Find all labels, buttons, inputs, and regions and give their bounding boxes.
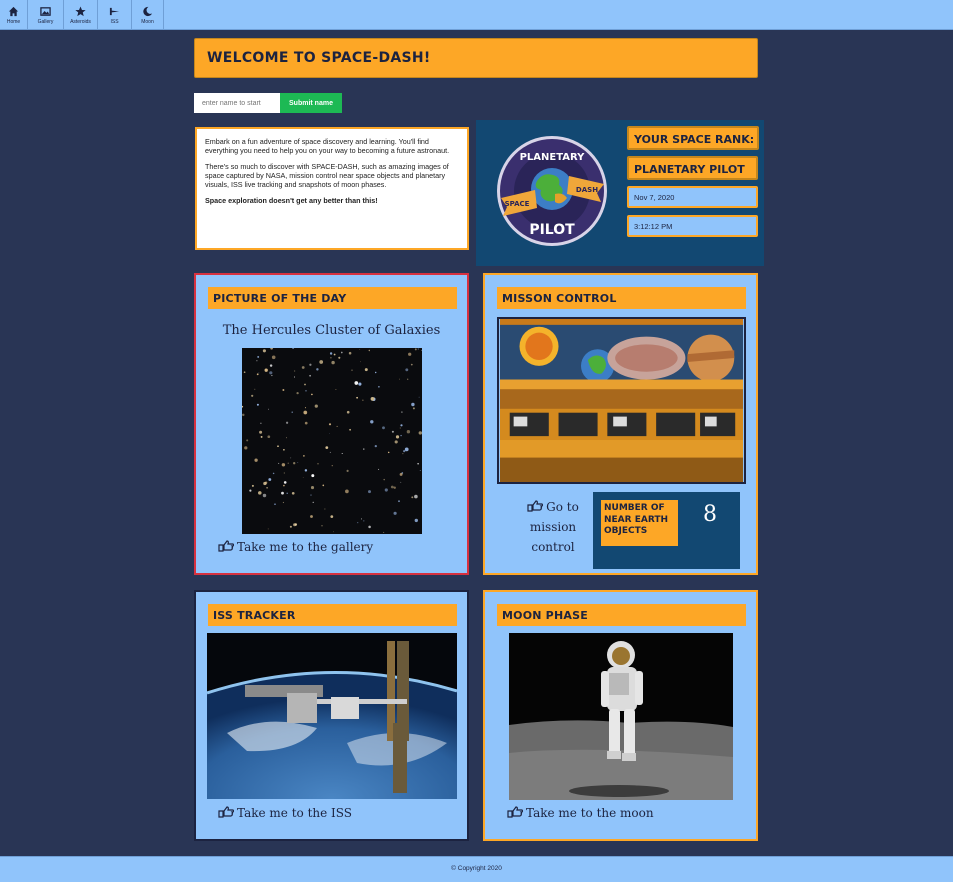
card-title: MISSON CONTROL: [502, 292, 617, 305]
neo-label-box: NUMBER OF NEAR EARTH OBJECTS: [601, 500, 678, 546]
nav-label: ISS: [110, 19, 119, 25]
nav-label: Gallery: [37, 19, 54, 25]
mission-control-image[interactable]: [497, 317, 746, 484]
name-input[interactable]: [194, 93, 280, 113]
date-box: Nov 7, 2020: [627, 186, 758, 208]
pointing-hand-icon: [527, 500, 544, 512]
pointing-hand-icon: [218, 806, 235, 818]
potd-image[interactable]: [242, 348, 422, 534]
badge-right-text: DASH: [576, 186, 598, 194]
home-icon: [0, 4, 27, 17]
badge-bottom-text: PILOT: [529, 222, 575, 238]
rank-title-box: YOUR SPACE RANK:: [627, 126, 759, 150]
time-text: 3:12:12 PM: [634, 222, 673, 231]
submit-name-button[interactable]: Submit name: [280, 93, 342, 113]
page-title: WELCOME TO SPACE-DASH!: [207, 50, 431, 66]
nav-iss[interactable]: ISS: [98, 0, 132, 30]
copyright-text: © Copyright 2020: [451, 865, 502, 872]
card-title: ISS TRACKER: [213, 609, 296, 622]
intro-tagline: Space exploration doesn't get any better…: [205, 195, 378, 205]
nav-label: Moon: [141, 19, 154, 25]
date-text: Nov 7, 2020: [634, 193, 675, 202]
nav-label: Home: [6, 19, 21, 25]
intro-panel: Embark on a fun adventure of space disco…: [195, 127, 469, 250]
card-header: MISSON CONTROL: [497, 287, 746, 309]
rank-value-box: PLANETARY PILOT: [627, 156, 758, 180]
iss-tracker-card: ISS TRACKER Take me to the ISS: [194, 590, 469, 841]
pointing-hand-icon: [218, 540, 235, 552]
neo-panel: NUMBER OF NEAR EARTH OBJECTS 8: [593, 492, 740, 569]
nav-label: Asteroids: [70, 19, 91, 25]
time-box: 3:12:12 PM: [627, 215, 758, 237]
mission-control-card: MISSON CONTROL Go to mission control NUM…: [483, 273, 758, 575]
space-rank-panel: PLANETARY SPACE DASH PILOT YOUR SPACE RA…: [476, 120, 764, 266]
star-icon: [64, 4, 97, 17]
neo-count: 8: [703, 502, 717, 527]
neo-label: NUMBER OF NEAR EARTH OBJECTS: [604, 503, 669, 537]
card-title: MOON PHASE: [502, 609, 588, 622]
card-header: PICTURE OF THE DAY: [208, 287, 457, 309]
welcome-banner: WELCOME TO SPACE-DASH!: [194, 38, 758, 78]
nav-moon[interactable]: Moon: [132, 0, 164, 30]
badge-left-text: SPACE: [505, 200, 530, 208]
footer: © Copyright 2020: [0, 856, 953, 882]
image-icon: [28, 4, 63, 17]
card-header: MOON PHASE: [497, 604, 746, 626]
moon-icon: [132, 4, 163, 17]
link-text: Take me to the ISS: [237, 806, 353, 820]
intro-paragraph: There's so much to discover with SPACE-D…: [205, 161, 449, 190]
nav-home[interactable]: Home: [0, 0, 28, 30]
gallery-link[interactable]: Take me to the gallery: [218, 540, 373, 554]
moon-phase-card: MOON PHASE Take me to the moon: [483, 590, 758, 841]
picture-of-the-day-card: PICTURE OF THE DAY The Hercules Cluster …: [194, 273, 469, 575]
moon-link[interactable]: Take me to the moon: [507, 806, 654, 820]
rank-value: PLANETARY PILOT: [634, 163, 745, 176]
iss-link[interactable]: Take me to the ISS: [218, 806, 352, 820]
link-text: Take me to the gallery: [237, 540, 374, 554]
potd-image-title: The Hercules Cluster of Galaxies: [222, 323, 441, 338]
card-header: ISS TRACKER: [208, 604, 457, 626]
badge-top-text: PLANETARY: [520, 152, 586, 163]
mission-control-link[interactable]: Go to mission control: [513, 497, 593, 557]
rank-badge: PLANETARY SPACE DASH PILOT: [497, 136, 607, 246]
nav-gallery[interactable]: Gallery: [28, 0, 64, 30]
moon-image[interactable]: [509, 633, 733, 800]
nav-asteroids[interactable]: Asteroids: [64, 0, 98, 30]
rank-title: YOUR SPACE RANK:: [634, 133, 755, 146]
intro-paragraph: Embark on a fun adventure of space disco…: [205, 137, 450, 156]
pointing-hand-icon: [507, 806, 524, 818]
top-navigation: Home Gallery Asteroids ISS Moon: [0, 0, 953, 30]
card-title: PICTURE OF THE DAY: [213, 292, 347, 305]
satellite-icon: [98, 4, 131, 17]
link-text: Take me to the moon: [526, 806, 654, 820]
iss-image[interactable]: [207, 633, 457, 799]
